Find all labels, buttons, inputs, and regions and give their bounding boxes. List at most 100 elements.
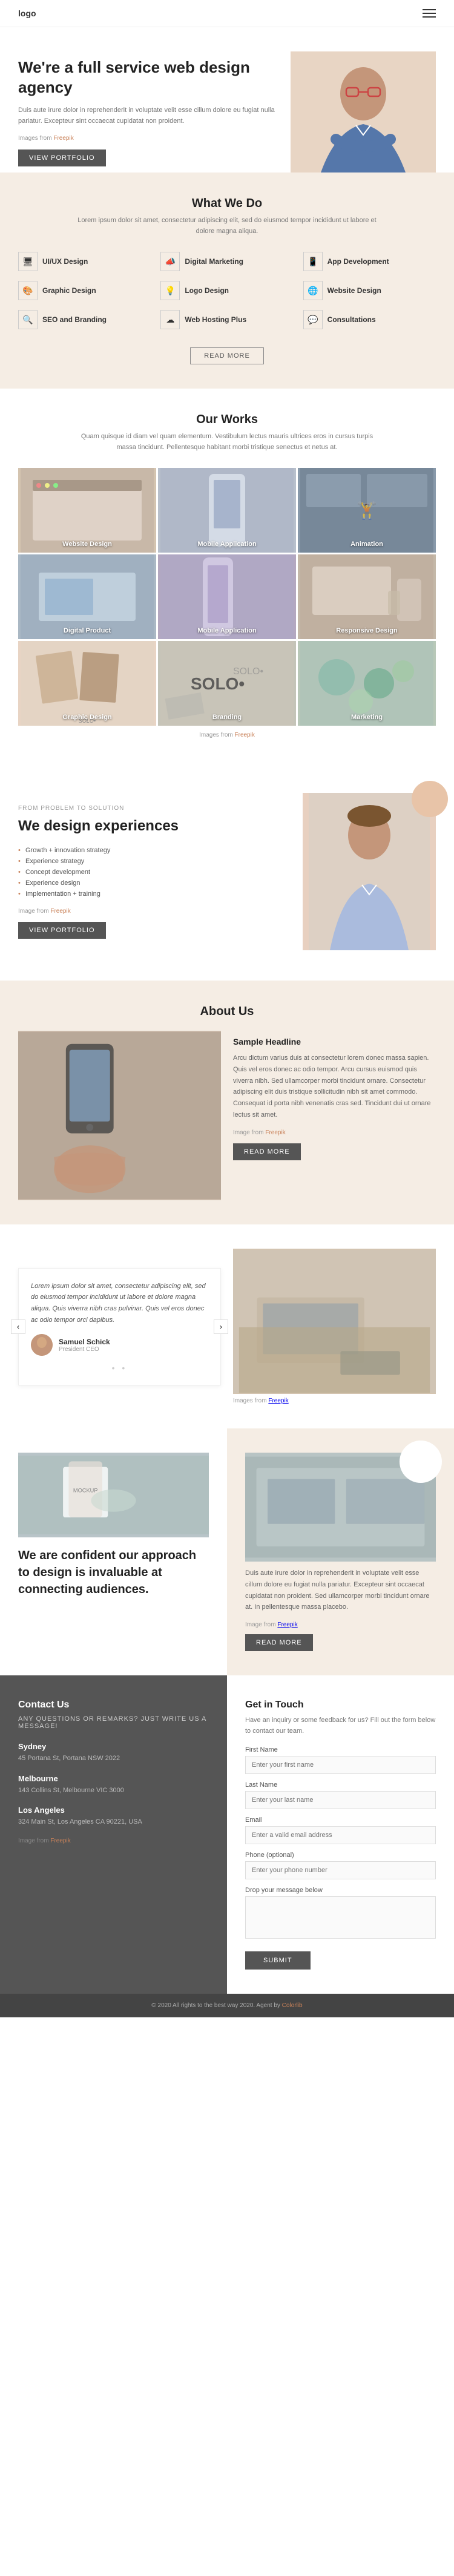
hero-img-credit-link[interactable]: Freepik [53,135,73,142]
testimonial-wrapper: Lorem ipsum dolor sit amet, consectetur … [18,1268,221,1386]
contact-img-credit-link[interactable]: Freepik [50,1838,70,1844]
next-arrow-button[interactable]: › [214,1319,228,1334]
work-item-mobile-app-1[interactable]: Mobile Application [158,468,296,553]
service-item-seo: 🔍 SEO and Branding [18,310,151,329]
service-item-logo-design: 💡 Logo Design [160,281,293,300]
hosting-label: Web Hosting Plus [185,315,246,324]
consultations-icon: 💬 [303,310,323,329]
work-item-branding[interactable]: SOLO• SOLO• Branding [158,641,296,726]
work-item-mobile-app-2[interactable]: Mobile Application [158,554,296,639]
office-item-melbourne: Melbourne 143 Collins St, Melbourne VIC … [18,1774,209,1796]
seo-label: SEO and Branding [42,315,107,324]
work-item-animation[interactable]: 🏋 Animation [298,468,436,553]
testimonial-grid: Lorem ipsum dolor sit amet, consectetur … [18,1249,436,1404]
work-item-website-design[interactable]: Website Design [18,468,156,553]
work-bg-5 [158,554,296,639]
work-bg-2 [158,468,296,553]
our-works-img-credit: Images from Freepik [18,732,436,738]
problem-solution-section: FROM PROBLEM TO SOLUTION We design exper… [0,763,454,981]
hero-text-block: We're a full service web design agency D… [18,58,291,167]
email-field: Email [245,1816,436,1844]
ps-list-item-1: Growth + innovation strategy [18,845,285,856]
work-item-responsive-design[interactable]: Responsive Design [298,554,436,639]
phone-field: Phone (optional) [245,1852,436,1879]
view-portfolio-button[interactable]: VIEW PORTFOLIO [18,150,106,166]
app-dev-label: App Development [327,257,389,266]
ps-label: FROM PROBLEM TO SOLUTION [18,805,285,812]
office-city-melbourne: Melbourne [18,1774,209,1783]
about-img-credit-link[interactable]: Freepik [265,1129,285,1136]
hero-person-image [291,51,436,172]
confidence-text-block: MOCKUP We are confident our approach to … [0,1428,227,1675]
read-more-button-confidence[interactable]: READ MORE [245,1634,313,1651]
submit-button[interactable]: SUBMIT [245,1951,311,1970]
contact-title: Contact Us [18,1700,209,1710]
last-name-label: Last Name [245,1781,436,1789]
digital-marketing-label: Digital Marketing [185,257,243,266]
graphic-design-label: Graphic Design [42,286,96,295]
testimonial-section: Lorem ipsum dolor sit amet, consectetur … [0,1224,454,1428]
hero-image [291,51,436,172]
service-item-website-design: 🌐 Website Design [303,281,436,300]
ps-text-block: FROM PROBLEM TO SOLUTION We design exper… [18,805,285,939]
navbar: logo [0,0,454,27]
uiux-icon: 🖥 [18,252,38,271]
app-dev-icon: 📱 [303,252,323,271]
work-bg-1 [18,468,156,553]
footer-text: © 2020 All rights to the best way 2020. … [151,2002,280,2009]
work-item-digital-product[interactable]: Digital Product [18,554,156,639]
contact-img-credit: Image from Freepik [18,1838,209,1844]
email-input[interactable] [245,1826,436,1844]
view-portfolio-button-ps[interactable]: VIEW PORTFOLIO [18,922,106,939]
author-title: President CEO [59,1346,110,1353]
contact-left-block: Contact Us ANY QUESTIONS OR REMARKS? JUS… [0,1675,227,1994]
contact-tagline: ANY QUESTIONS OR REMARKS? JUST WRITE US … [18,1715,209,1730]
phone-input[interactable] [245,1861,436,1879]
footer-link[interactable]: Colorlib [282,2002,303,2009]
author-avatar [31,1334,53,1356]
logo-design-label: Logo Design [185,286,229,295]
ps-img-credit: Image from Freepik [18,908,285,915]
work-item-graphic-design[interactable]: SOLO• Graphic Design [18,641,156,726]
uiux-label: UI/UX Design [42,257,88,266]
prev-arrow-button[interactable]: ‹ [11,1319,25,1334]
work-label-5: Mobile Application [197,627,256,634]
ps-img-credit-link[interactable]: Freepik [50,908,70,915]
testimonial-right-image [233,1249,436,1394]
first-name-input[interactable] [245,1756,436,1774]
work-item-marketing[interactable]: Marketing [298,641,436,726]
testimonial-img-credit: Images from Freepik [233,1398,436,1404]
testimonial-nav: ‹ › [11,1319,228,1334]
circle-decoration-2 [400,1441,442,1483]
graphic-design-icon: 🎨 [18,281,38,300]
author-info: Samuel Schick President CEO [59,1338,110,1353]
about-text-block: Sample Headline Arcu dictum varius duis … [233,1031,436,1200]
svg-text:MOCKUP: MOCKUP [73,1488,98,1494]
message-textarea[interactable] [245,1896,436,1939]
digital-marketing-icon: 📣 [160,252,180,271]
last-name-input[interactable] [245,1791,436,1809]
work-label-4: Digital Product [64,627,111,634]
read-more-button-services[interactable]: READ MORE [190,347,264,364]
first-name-field: First Name [245,1746,436,1774]
author-name: Samuel Schick [59,1338,110,1346]
work-bg-4 [18,554,156,639]
svg-text:SOLO•: SOLO• [233,666,263,677]
office-addr-sydney: 45 Portana St, Portana NSW 2022 [18,1753,209,1764]
testimonial-right-content: Images from Freepik [233,1249,436,1404]
about-headline: Sample Headline [233,1037,436,1046]
hosting-icon: ☁ [160,310,180,329]
our-works-img-credit-link[interactable]: Freepik [235,732,255,738]
read-more-button-about[interactable]: READ MORE [233,1143,301,1160]
about-body: Arcu dictum varius duis at consectetur l… [233,1053,436,1120]
hamburger-menu[interactable] [423,9,436,18]
service-item-digital-marketing: 📣 Digital Marketing [160,252,293,271]
ps-list-item-4: Experience design [18,878,285,889]
get-in-touch-title: Get in Touch [245,1700,436,1710]
what-we-do-subtitle: Lorem ipsum dolor sit amet, consectetur … [76,215,378,237]
work-label-8: Branding [212,714,242,721]
testimonial-img-credit-link[interactable]: Freepik [268,1398,288,1404]
confidence-img-credit-link[interactable]: Freepik [277,1622,297,1628]
consultations-label: Consultations [327,315,376,324]
service-item-consultations: 💬 Consultations [303,310,436,329]
